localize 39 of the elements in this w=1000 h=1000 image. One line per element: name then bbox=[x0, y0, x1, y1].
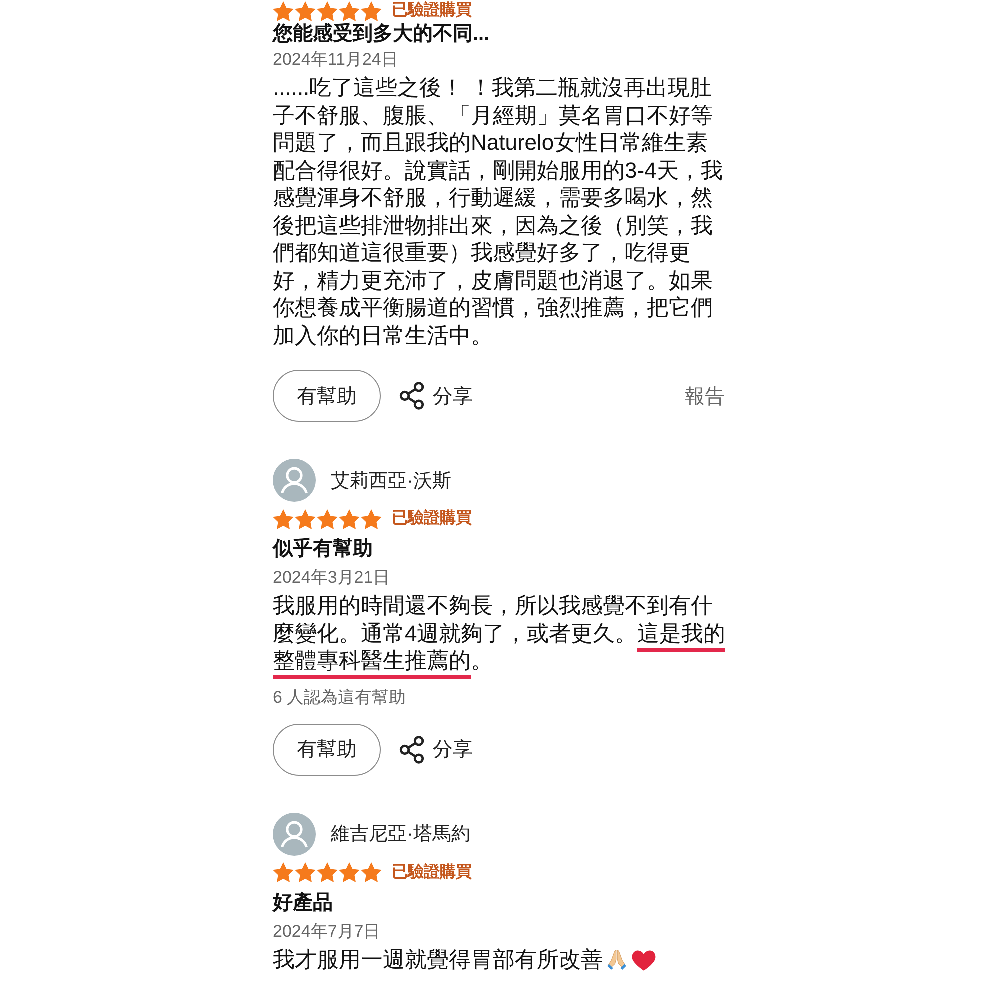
star-icon bbox=[273, 508, 294, 530]
review-text: ......吃了這些之後！ ！我第二瓶就沒再出現肚子不舒服、腹脹、「月經期」莫名胃口不好等問題了，而且跟我的Naturelo女性日常維生素配合得很好。說實話，剛開始服用的3-4天，我感覺渾身不舒服，行動遲緩，需要多喝水，然後把這些排泄物排出來，因為之後（別笑，我們都知道這很重要）我感覺好多了，吃得更好，精力更充沛了，皮膚問題也消退了。如果你想養成平衡腸道的習慣，強烈推薦，把它們加入你的日常生活中。 bbox=[273, 74, 724, 350]
share-icon bbox=[399, 382, 425, 410]
star-icon bbox=[339, 862, 360, 883]
verified-purchase-label: 已驗證購買 bbox=[392, 862, 472, 882]
star-icon bbox=[273, 0, 294, 22]
star-icon bbox=[273, 862, 294, 883]
star-icon bbox=[361, 0, 382, 22]
helpful-button[interactable]: 有幫助 bbox=[273, 724, 381, 776]
share-icon bbox=[399, 736, 425, 764]
reviewer-name: 維吉尼亞·塔馬約 bbox=[331, 823, 470, 847]
star-icon bbox=[339, 0, 360, 22]
verified-purchase-label: 已驗證購買 bbox=[392, 0, 472, 21]
star-icon bbox=[295, 862, 316, 883]
review-title: 您能感受到多大的不同... bbox=[273, 22, 491, 46]
review-date: 2024年7月7日 bbox=[273, 920, 382, 942]
review-title: 似乎有幫助 bbox=[273, 537, 374, 562]
review-title: 好產品 bbox=[273, 890, 334, 916]
report-link[interactable]: 報告 bbox=[685, 382, 725, 410]
verified-purchase-label: 已驗證購買 bbox=[392, 508, 472, 529]
share-button[interactable]: 分享 bbox=[399, 736, 473, 764]
helpful-button[interactable]: 有幫助 bbox=[273, 370, 381, 422]
star-icon bbox=[295, 508, 316, 530]
review-text: 我才服用一週就覺得胃部有所改善 bbox=[273, 946, 603, 974]
star-icon bbox=[361, 508, 382, 530]
star-icon bbox=[317, 0, 338, 22]
star-icon bbox=[317, 862, 338, 883]
helpful-count: 6 人認為這有幫助 bbox=[273, 686, 408, 708]
star-icon bbox=[295, 0, 316, 22]
star-icon bbox=[361, 862, 382, 883]
reviewer-name: 艾莉西亞·沃斯 bbox=[331, 470, 452, 494]
avatar-icon bbox=[273, 812, 316, 856]
star-icon bbox=[339, 508, 360, 530]
praying-hands-icon bbox=[605, 948, 629, 972]
star-icon bbox=[317, 508, 338, 530]
review-date: 2024年11月24日 bbox=[273, 49, 400, 71]
review-date: 2024年3月21日 bbox=[273, 567, 392, 589]
share-button[interactable]: 分享 bbox=[399, 382, 473, 410]
avatar-icon bbox=[273, 459, 316, 502]
